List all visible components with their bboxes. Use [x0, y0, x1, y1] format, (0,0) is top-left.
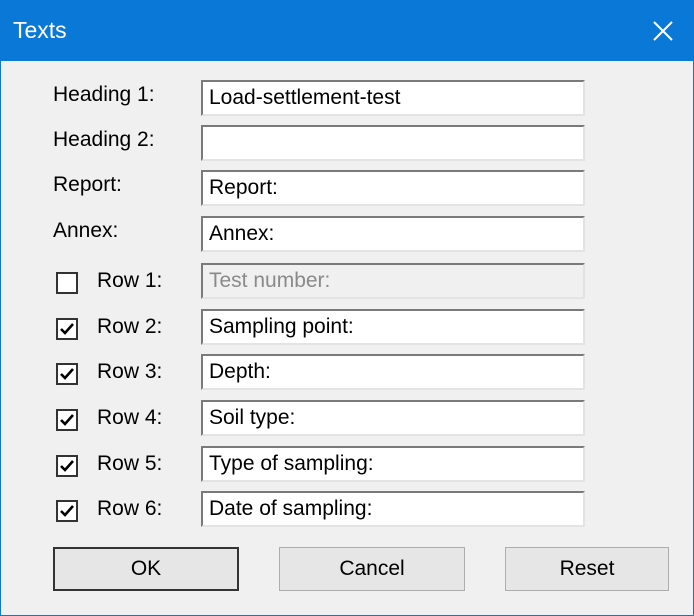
row-2-label: Row 2:: [97, 315, 163, 338]
checkmark-icon: [60, 368, 74, 380]
row-5-label: Row 5:: [97, 452, 163, 475]
texts-dialog: Texts Heading 1: Heading 2: Report: Anne…: [0, 0, 694, 616]
row-6-label: Row 6:: [97, 497, 163, 520]
checkmark-icon: [60, 460, 74, 472]
dialog-title: Texts: [13, 17, 67, 43]
checkmark-icon: [60, 414, 74, 426]
row-3-field[interactable]: [201, 354, 585, 390]
row-2-checkbox[interactable]: [56, 318, 78, 340]
report-field[interactable]: [201, 170, 585, 206]
annex-field[interactable]: [201, 216, 585, 252]
close-button[interactable]: [633, 1, 693, 61]
row-1-field[interactable]: [201, 263, 585, 299]
heading-1-label: Heading 1:: [53, 83, 155, 106]
row-4-field[interactable]: [201, 400, 585, 436]
heading-1-field[interactable]: [201, 80, 585, 116]
checkmark-icon: [60, 323, 74, 335]
heading-2-label: Heading 2:: [53, 128, 155, 151]
ok-button[interactable]: OK: [53, 547, 239, 591]
cancel-button[interactable]: Cancel: [279, 547, 465, 591]
checkmark-icon: [60, 505, 74, 517]
row-2-field[interactable]: [201, 309, 585, 345]
row-6-checkbox[interactable]: [56, 500, 78, 522]
row-4-checkbox[interactable]: [56, 409, 78, 431]
row-6-field[interactable]: [201, 491, 585, 527]
row-4-label: Row 4:: [97, 406, 163, 429]
title-bar[interactable]: Texts: [1, 1, 693, 61]
annex-label: Annex:: [53, 219, 119, 242]
close-icon: [653, 21, 673, 41]
heading-2-field[interactable]: [201, 125, 585, 161]
row-1-checkbox[interactable]: [56, 272, 78, 294]
row-5-field[interactable]: [201, 446, 585, 482]
row-5-checkbox[interactable]: [56, 455, 78, 477]
report-label: Report:: [53, 173, 122, 196]
row-3-checkbox[interactable]: [56, 363, 78, 385]
row-3-label: Row 3:: [97, 360, 163, 383]
reset-button[interactable]: Reset: [505, 547, 669, 591]
row-1-label: Row 1:: [97, 269, 163, 292]
